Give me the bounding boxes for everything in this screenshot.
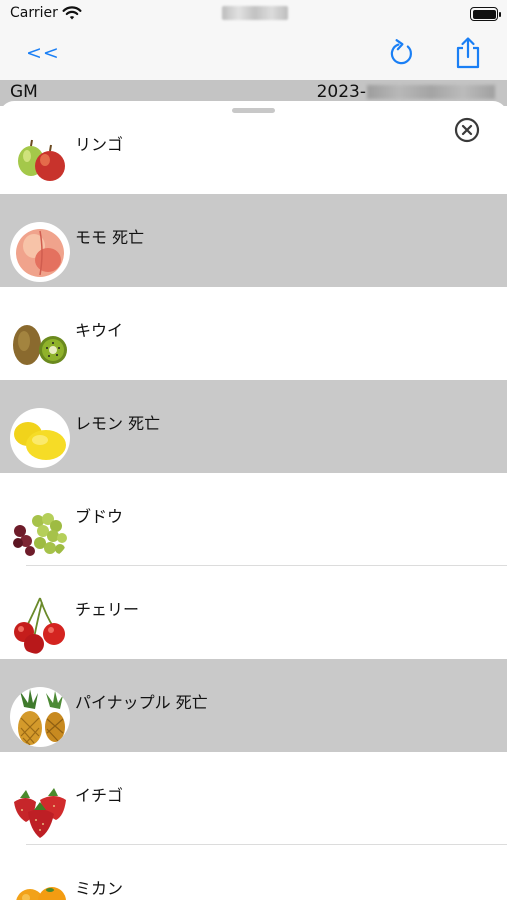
strawberry-icon — [10, 780, 70, 840]
list-item[interactable]: イチゴ — [0, 752, 507, 845]
battery-icon — [470, 7, 501, 21]
fruit-label: キウイ — [75, 321, 124, 340]
share-icon[interactable] — [454, 36, 482, 70]
fruit-label: ミカン — [75, 879, 124, 898]
list-item[interactable]: ブドウ — [0, 473, 507, 566]
fruit-label: パイナップル 死亡 — [75, 693, 208, 712]
list-item[interactable]: リンゴ — [0, 101, 507, 194]
list-item[interactable]: パイナップル 死亡 — [0, 659, 507, 752]
timestamp-redacted — [367, 85, 495, 99]
info-label: GM — [10, 82, 38, 102]
fruit-label: リンゴ — [75, 135, 124, 154]
pineapple-icon — [10, 687, 70, 747]
wifi-icon — [62, 6, 82, 20]
carrier-label: Carrier — [10, 5, 58, 21]
peach-icon — [10, 222, 70, 282]
back-button[interactable]: << — [26, 42, 60, 64]
fruit-label: イチゴ — [75, 786, 124, 805]
fruit-sheet: リンゴ モモ 死亡 キウイ レモン 死亡 ブドウ チェリー パイナップル 死亡 … — [0, 101, 507, 900]
fruit-label: レモン 死亡 — [75, 414, 161, 433]
list-item[interactable]: モモ 死亡 — [0, 194, 507, 287]
fruit-label: チェリー — [75, 600, 140, 619]
fruit-label: ブドウ — [75, 507, 124, 526]
clock — [222, 6, 288, 20]
refresh-icon[interactable] — [388, 38, 416, 68]
apple-icon — [10, 129, 70, 189]
status-bar: Carrier — [0, 0, 507, 30]
cherry-icon — [10, 594, 70, 654]
lemon-icon — [10, 408, 70, 468]
timestamp-prefix: 2023- — [316, 82, 366, 102]
kiwi-icon — [10, 315, 70, 375]
fruit-list: リンゴ モモ 死亡 キウイ レモン 死亡 ブドウ チェリー パイナップル 死亡 … — [0, 101, 507, 900]
sheet-grabber[interactable] — [232, 108, 275, 113]
close-icon[interactable] — [454, 117, 480, 143]
fruit-label: モモ 死亡 — [75, 228, 145, 247]
list-item[interactable]: レモン 死亡 — [0, 380, 507, 473]
nav-bar: << — [0, 30, 507, 80]
list-item[interactable]: キウイ — [0, 287, 507, 380]
orange-icon — [10, 873, 70, 900]
list-item[interactable]: ミカン — [0, 845, 507, 900]
grape-icon — [10, 501, 70, 561]
list-item[interactable]: チェリー — [0, 566, 507, 659]
timestamp: 2023- — [317, 82, 495, 102]
